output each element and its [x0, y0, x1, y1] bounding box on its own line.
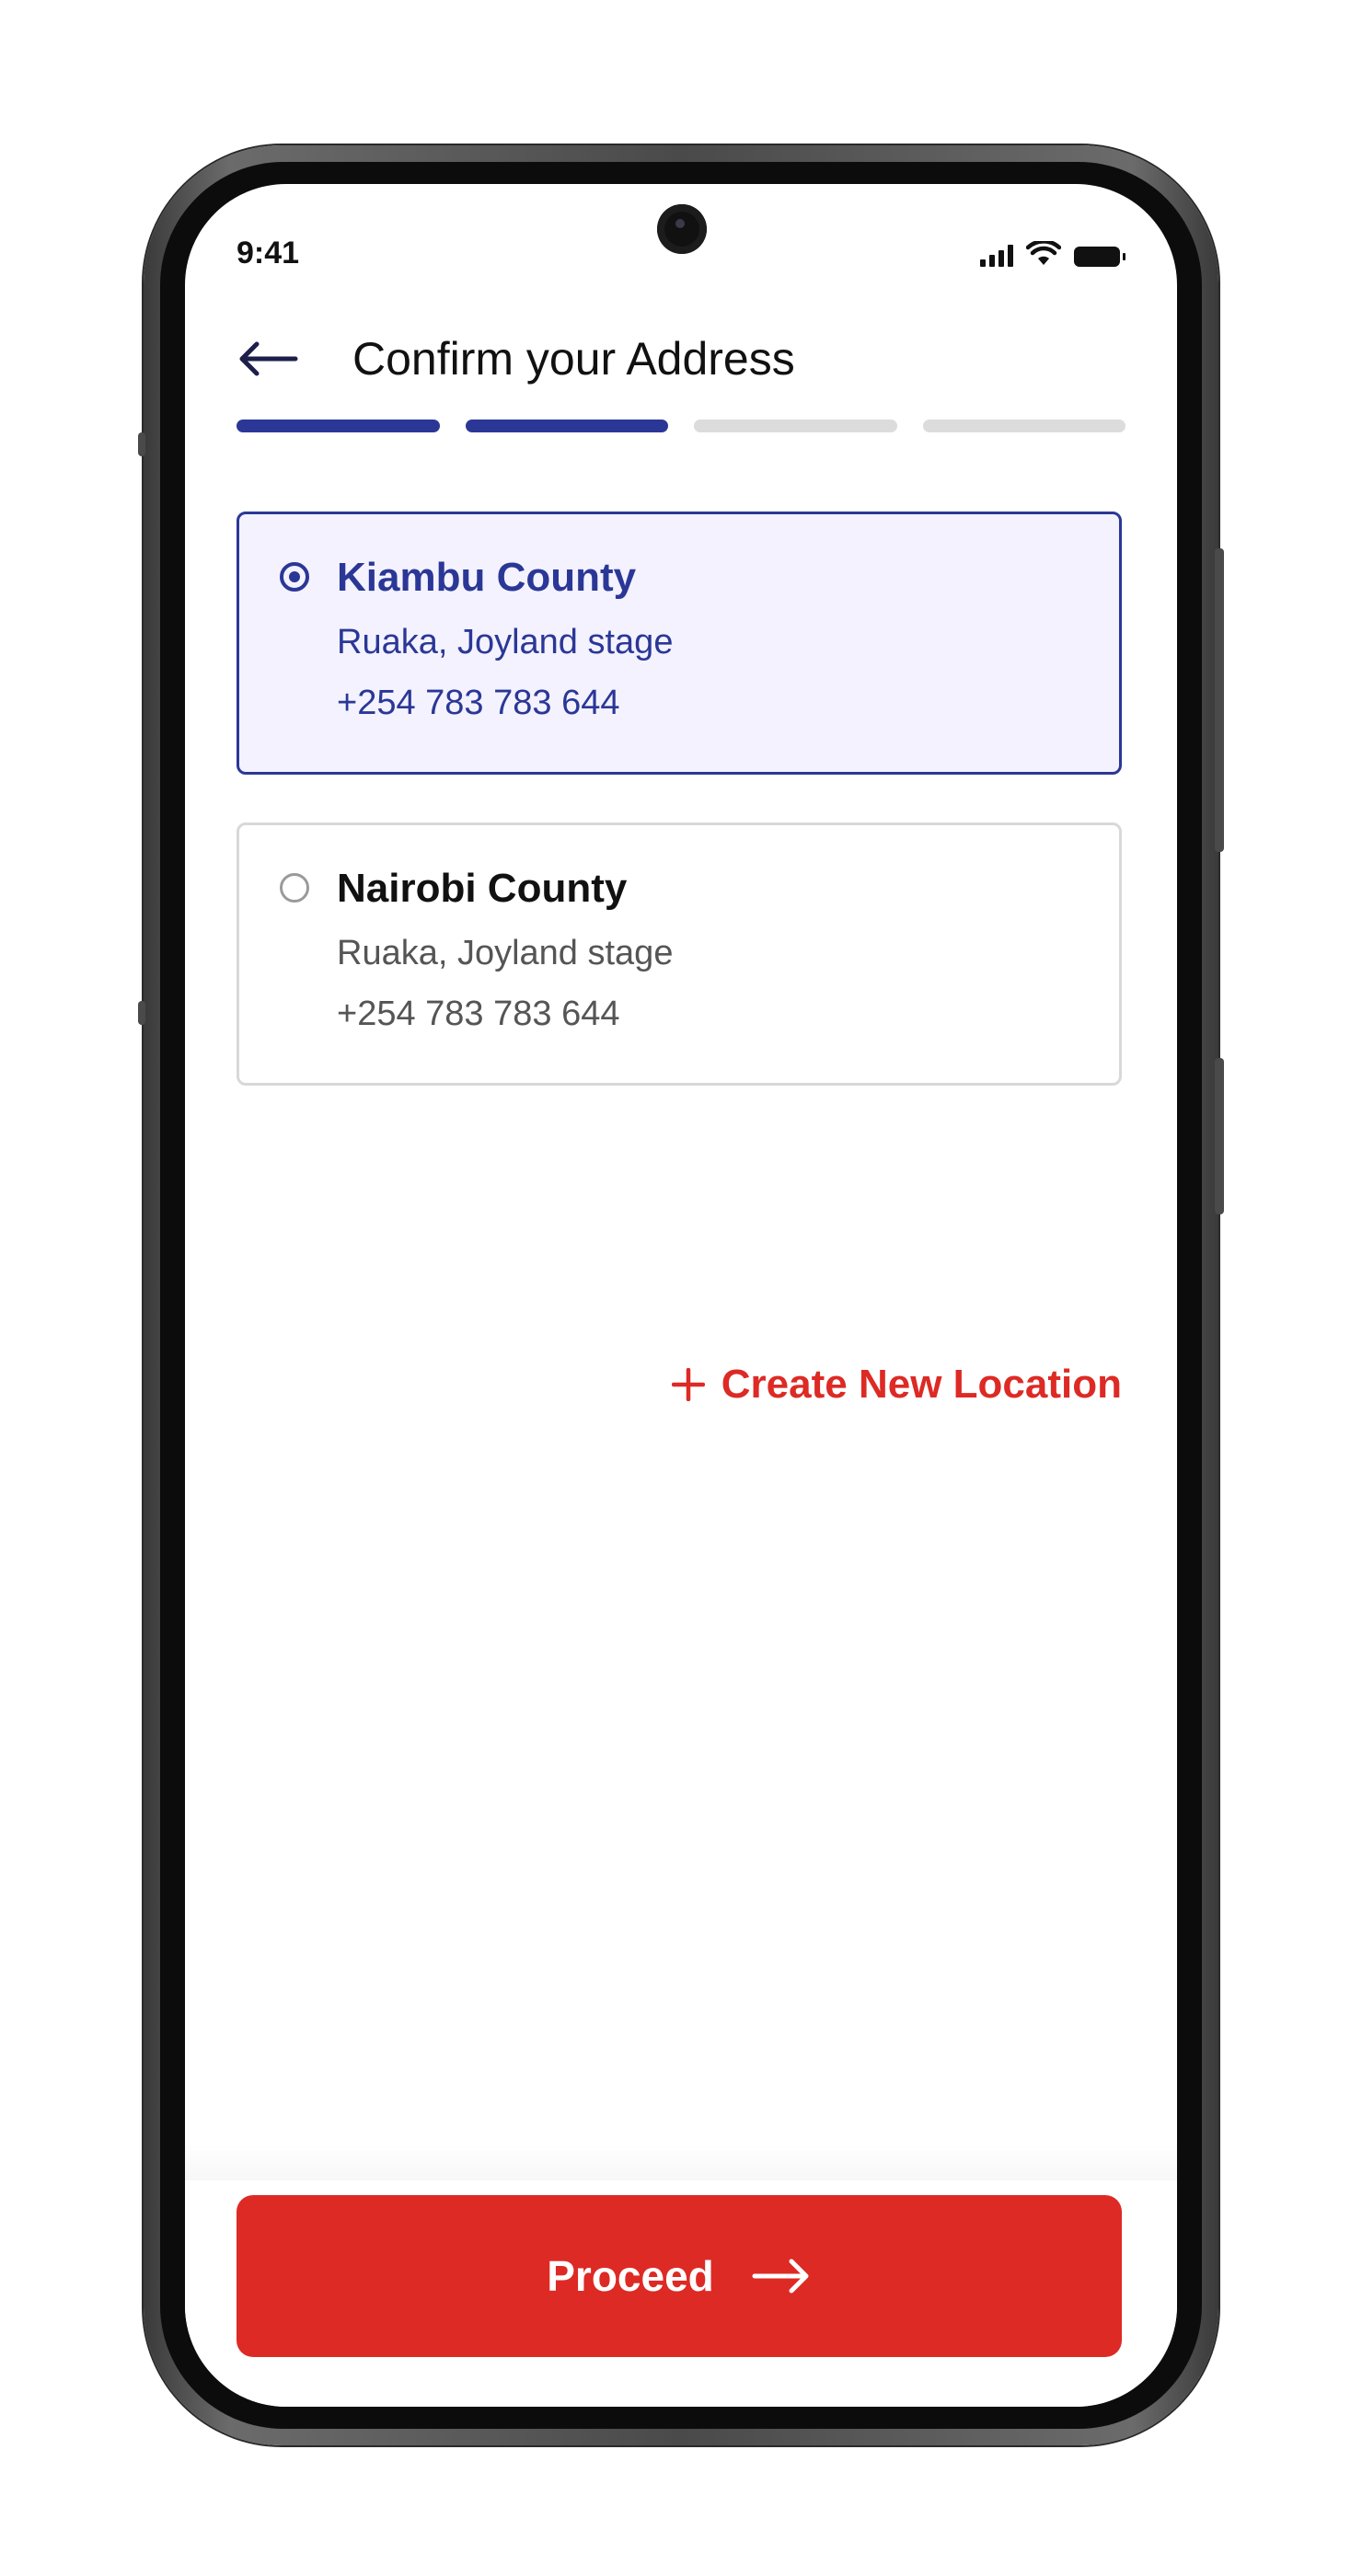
page-title: Confirm your Address: [352, 333, 795, 385]
plus-icon: [671, 1368, 705, 1401]
header: Confirm your Address: [237, 322, 1125, 396]
bottom-divider: [185, 2144, 1177, 2180]
address-name: Nairobi County: [337, 866, 628, 911]
address-card-nairobi[interactable]: Nairobi County Ruaka, Joyland stage +254…: [237, 822, 1122, 1086]
power-button: [1215, 1058, 1224, 1214]
volume-up-button: [1215, 548, 1224, 852]
status-time: 9:41: [237, 236, 300, 270]
progress-step-2: [465, 420, 668, 432]
step-progress: [237, 420, 1125, 432]
status-icons: [980, 241, 1125, 267]
address-phone: +254 783 783 644: [337, 684, 620, 722]
create-new-location-label: Create New Location: [721, 1362, 1122, 1407]
radio-selected-icon[interactable]: [280, 562, 309, 592]
progress-step-3: [694, 420, 897, 432]
progress-step-1: [237, 420, 440, 432]
signal-icon: [980, 245, 1013, 267]
back-button[interactable]: [237, 322, 310, 396]
create-new-location-link[interactable]: Create New Location: [671, 1362, 1122, 1408]
phone-screen: 9:41 Confirm your Address Kiambu County …: [185, 184, 1177, 2407]
left-side-button: [138, 1001, 145, 1025]
address-phone: +254 783 783 644: [337, 995, 620, 1033]
radio-unselected-icon[interactable]: [280, 873, 309, 903]
proceed-label: Proceed: [547, 2252, 714, 2300]
progress-step-4: [922, 420, 1125, 432]
address-location: Ruaka, Joyland stage: [337, 934, 674, 972]
front-camera: [657, 204, 707, 254]
arrow-right-icon: [752, 2259, 809, 2294]
arrow-left-icon: [239, 341, 298, 376]
address-location: Ruaka, Joyland stage: [337, 623, 674, 661]
battery-icon: [1074, 247, 1125, 267]
left-side-button: [138, 432, 145, 456]
address-name: Kiambu County: [337, 555, 637, 600]
proceed-button[interactable]: Proceed: [237, 2195, 1122, 2357]
wifi-icon: [1026, 241, 1061, 265]
address-card-kiambu[interactable]: Kiambu County Ruaka, Joyland stage +254 …: [237, 512, 1122, 775]
